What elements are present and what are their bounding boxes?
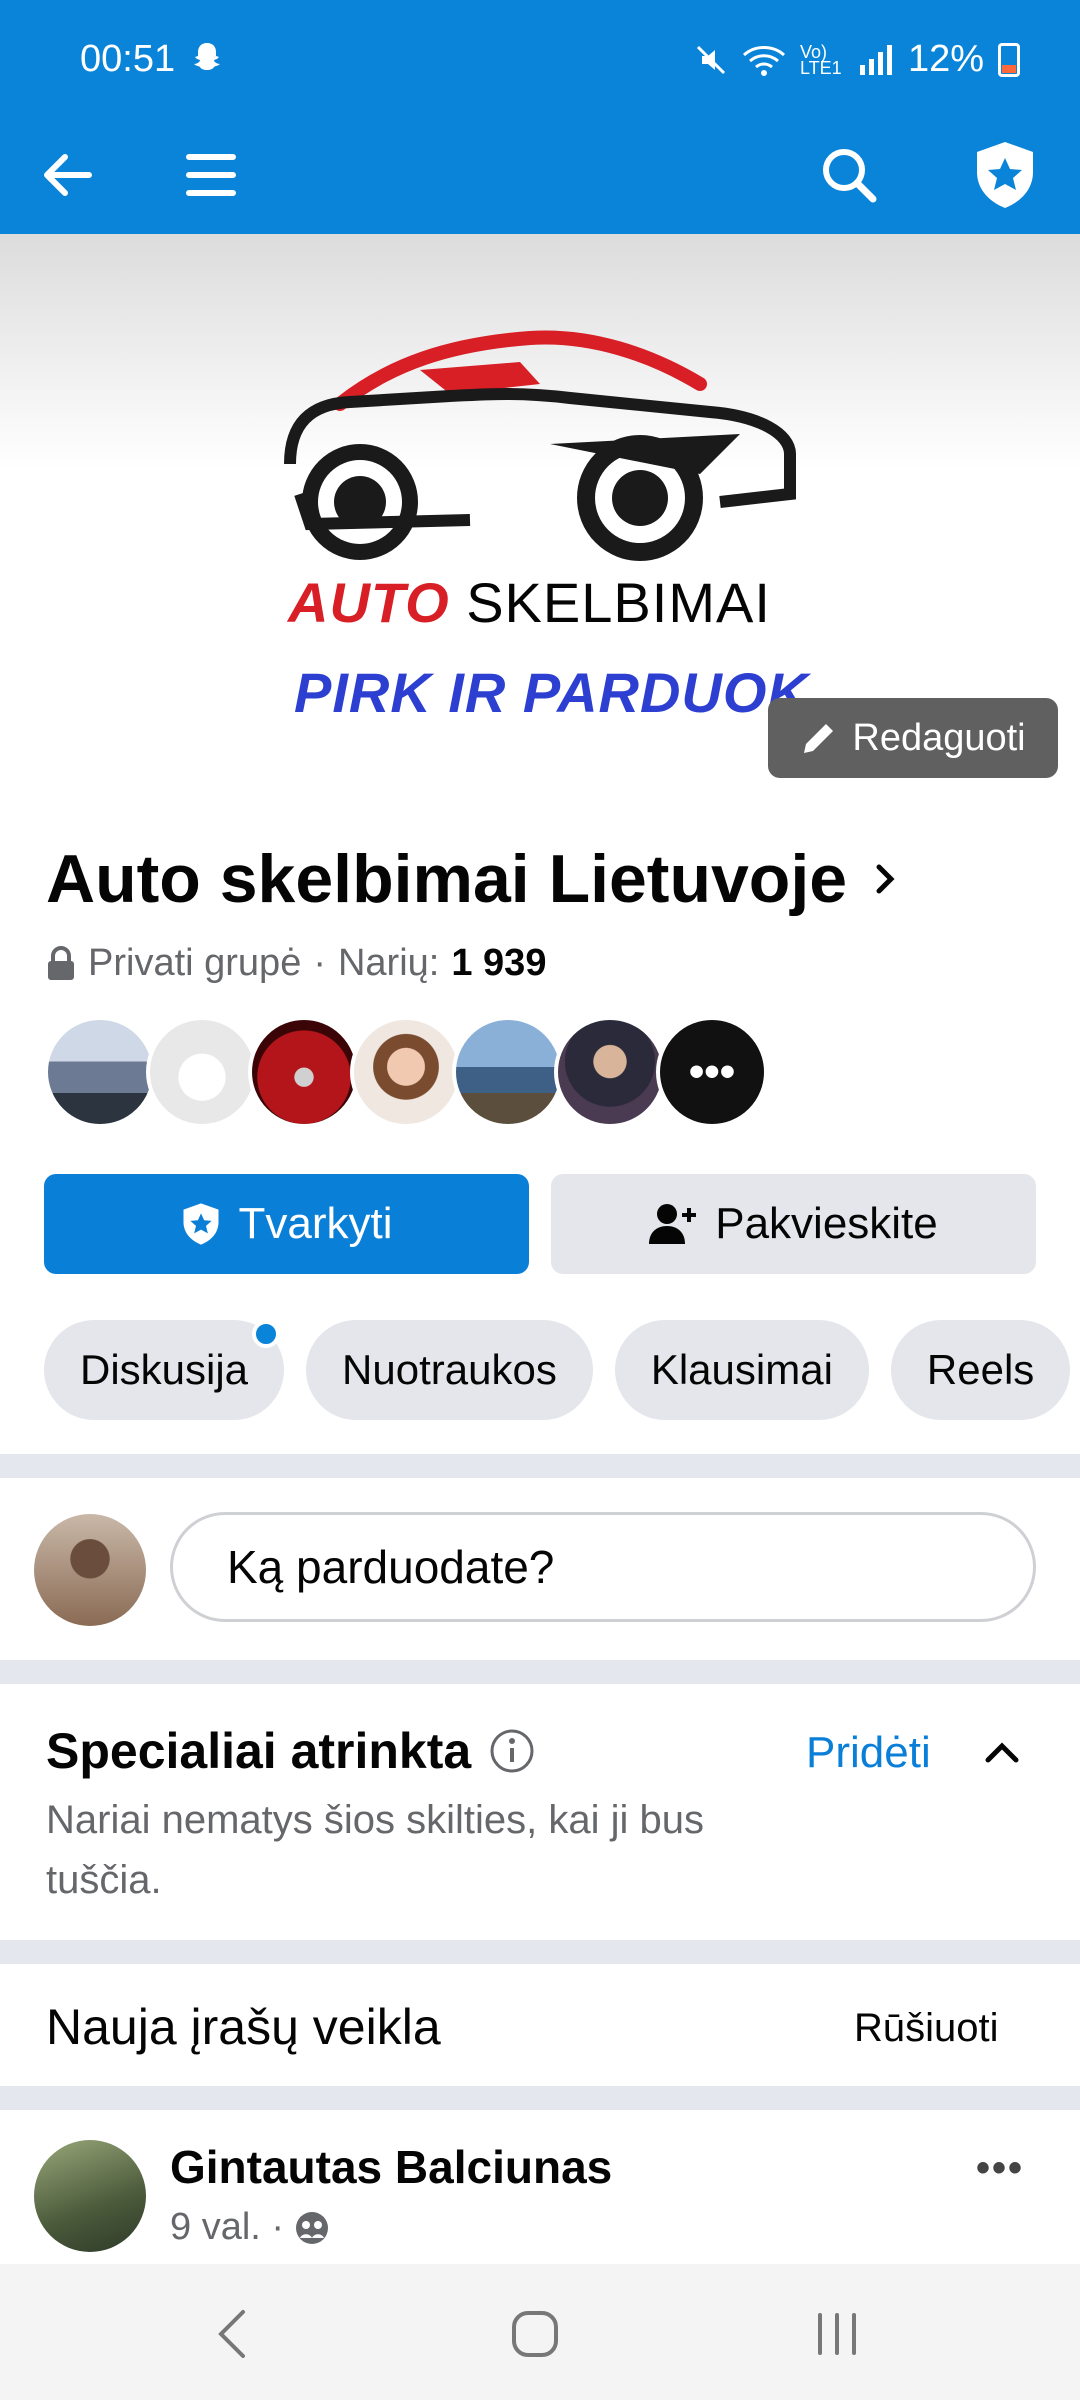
tab-questions[interactable]: Klausimai bbox=[614, 1320, 869, 1420]
sort-button[interactable]: Rūšiuoti bbox=[854, 2006, 999, 2051]
author-name[interactable]: Gintautas Balciunas bbox=[170, 2140, 612, 2194]
brand-slogan: PIRK IR PARDUOK bbox=[294, 661, 809, 724]
group-name: Auto skelbimai Lietuvoje bbox=[46, 841, 848, 917]
tab-photos[interactable]: Nuotraukos bbox=[306, 1320, 593, 1420]
chevron-up-icon[interactable] bbox=[982, 1740, 1022, 1766]
shield-star-icon bbox=[183, 1203, 218, 1245]
member-avatar[interactable] bbox=[248, 1016, 360, 1128]
author-avatar[interactable] bbox=[34, 2140, 146, 2252]
search-button[interactable] bbox=[804, 130, 894, 220]
chevron-right-icon bbox=[876, 864, 895, 894]
featured-title-text: Specialiai atrinkta bbox=[46, 1723, 472, 1779]
info-icon[interactable] bbox=[489, 1728, 535, 1774]
post-meta: 9 val. · bbox=[170, 2206, 330, 2249]
add-person-icon bbox=[649, 1204, 697, 1244]
lock-icon bbox=[48, 945, 74, 980]
meta-separator: · bbox=[313, 942, 326, 984]
section-divider bbox=[0, 1660, 1080, 1684]
shield-star-icon bbox=[977, 142, 1033, 208]
nav-back-icon bbox=[218, 2310, 245, 2358]
invite-button[interactable]: Pakvieskite bbox=[551, 1174, 1036, 1274]
wifi-icon bbox=[742, 45, 785, 76]
signal-icon bbox=[859, 44, 892, 75]
member-avatar[interactable] bbox=[44, 1016, 156, 1128]
tab-discussion[interactable]: Diskusija bbox=[44, 1320, 285, 1420]
member-avatars[interactable]: ••• bbox=[44, 1016, 768, 1128]
nav-back-button[interactable] bbox=[188, 2294, 278, 2374]
battery-icon bbox=[998, 42, 1020, 77]
status-time: 00:51 bbox=[80, 38, 176, 80]
nav-home-icon bbox=[512, 2311, 558, 2357]
featured-section: Specialiai atrinkta Nariai nematys šios … bbox=[0, 1684, 1080, 1940]
post-composer: Ką parduodate? bbox=[0, 1478, 1080, 1658]
group-meta: Privati grupė · Narių: 1 939 bbox=[46, 942, 546, 985]
member-avatar[interactable] bbox=[554, 1016, 666, 1128]
add-featured-link[interactable]: Pridėti bbox=[806, 1728, 931, 1778]
car-logo-image bbox=[284, 330, 796, 561]
activity-title: Nauja įrašų veikla bbox=[46, 1999, 441, 2055]
tab-label: Diskusija bbox=[80, 1346, 249, 1393]
user-avatar[interactable] bbox=[34, 1514, 146, 1626]
section-divider bbox=[0, 1940, 1080, 1964]
manage-label: Tvarkyti bbox=[238, 1199, 393, 1248]
battery-percent: 12% bbox=[907, 38, 984, 80]
manage-button[interactable]: Tvarkyti bbox=[44, 1174, 529, 1274]
app-bar bbox=[0, 120, 1080, 234]
sell-input[interactable]: Ką parduodate? bbox=[170, 1512, 1036, 1622]
edit-cover-button[interactable]: Redaguoti bbox=[768, 698, 1058, 778]
brand-name: AUTO SKELBIMAI bbox=[288, 570, 771, 635]
back-button[interactable] bbox=[22, 130, 112, 220]
status-bar: 00:51 Vo) LTE1 12% bbox=[0, 0, 1080, 120]
status-icons: Vo) LTE1 12% bbox=[694, 38, 1020, 81]
menu-button[interactable] bbox=[166, 130, 256, 220]
tab-label: Nuotraukos bbox=[342, 1346, 557, 1393]
post-options-button[interactable]: ••• bbox=[976, 2146, 1024, 2191]
edit-cover-label: Redaguoti bbox=[852, 716, 1026, 759]
activity-header: Nauja įrašų veikla Rūšiuoti bbox=[0, 1966, 1080, 2086]
group-cover-photo[interactable]: AUTO SKELBIMAI PIRK IR PARDUOK Redaguoti bbox=[0, 234, 1080, 794]
nav-recents-icon bbox=[818, 2313, 856, 2355]
top-bar: 00:51 Vo) LTE1 12% bbox=[0, 0, 1080, 234]
group-actions: Tvarkyti Pakvieskite bbox=[44, 1174, 1036, 1274]
invite-label: Pakvieskite bbox=[715, 1199, 938, 1248]
hamburger-icon bbox=[186, 154, 236, 196]
brand-word-auto: AUTO bbox=[288, 571, 450, 634]
search-icon bbox=[823, 149, 877, 203]
brand-word-skelbimai: SKELBIMAI bbox=[466, 571, 771, 634]
back-arrow-icon bbox=[44, 154, 92, 196]
member-avatar[interactable] bbox=[350, 1016, 462, 1128]
more-members-button[interactable]: ••• bbox=[656, 1016, 768, 1128]
tab-label: Klausimai bbox=[650, 1346, 833, 1393]
members-label: Narių: bbox=[337, 942, 440, 984]
new-indicator-dot bbox=[252, 1320, 281, 1348]
post-time: 9 val. · bbox=[170, 2206, 285, 2248]
mute-icon bbox=[696, 45, 725, 74]
member-avatar[interactable] bbox=[452, 1016, 564, 1128]
admin-tools-button[interactable] bbox=[960, 130, 1050, 220]
featured-title: Specialiai atrinkta bbox=[46, 1722, 535, 1780]
featured-description: Nariai nematys šios skilties, kai ji bus… bbox=[46, 1798, 704, 1902]
section-divider bbox=[0, 1454, 1080, 1478]
privacy-label: Privati grupė bbox=[88, 942, 302, 984]
group-audience-icon bbox=[296, 2211, 329, 2244]
pencil-icon bbox=[804, 724, 834, 753]
members-count: 1 939 bbox=[451, 942, 547, 984]
member-avatar[interactable] bbox=[146, 1016, 258, 1128]
nav-home-button[interactable] bbox=[490, 2294, 580, 2374]
section-divider bbox=[0, 2086, 1080, 2110]
system-nav-bar bbox=[0, 2264, 1080, 2400]
tab-reels[interactable]: Reels bbox=[890, 1320, 1071, 1420]
post-header: Gintautas Balciunas 9 val. · ••• bbox=[0, 2110, 1080, 2264]
tab-label: Reels bbox=[926, 1346, 1035, 1393]
network-label: Vo) LTE1 bbox=[799, 41, 842, 78]
group-tabs: Diskusija Nuotraukos Klausimai Reels bbox=[44, 1320, 1080, 1420]
nav-recents-button[interactable] bbox=[792, 2294, 882, 2374]
snapchat-icon bbox=[194, 43, 220, 70]
group-title[interactable]: Auto skelbimai Lietuvoje bbox=[46, 840, 899, 918]
